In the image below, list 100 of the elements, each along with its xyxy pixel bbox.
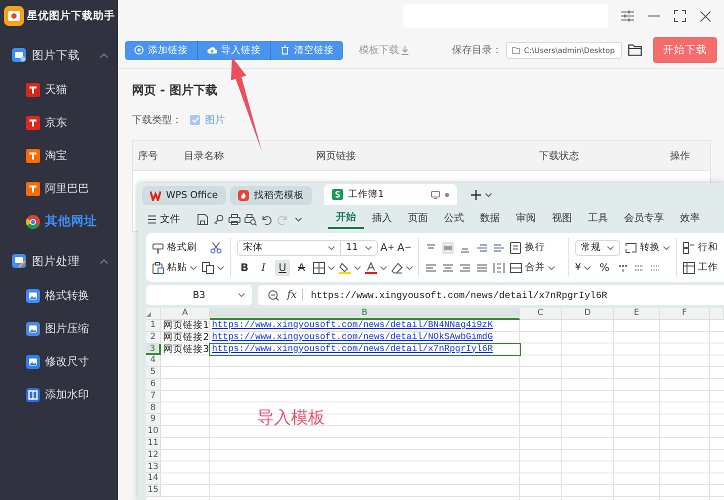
row-number[interactable]: 11 [146, 438, 161, 450]
name-box[interactable]: B3 [146, 285, 252, 305]
convert-button[interactable]: 转换 [625, 241, 670, 254]
column-header[interactable]: C [520, 308, 562, 320]
clear-format-button[interactable] [391, 262, 413, 274]
ribbon-tab[interactable]: 会员专享 [616, 209, 672, 229]
print-preview-icon[interactable] [244, 212, 257, 226]
formula-field[interactable]: fx https://www.xingyousoft.com/news/detail/x7nRpgrIyl6R [258, 285, 724, 305]
sidebar-item[interactable]: 图片压缩 [0, 312, 118, 345]
row-number[interactable]: 9 [146, 414, 161, 426]
sidebar-item[interactable]: 修改尺寸 [0, 345, 118, 378]
ribbon-tab[interactable]: 开始 [328, 209, 364, 229]
currency-button[interactable]: ¥ [575, 262, 592, 273]
folder-icon[interactable] [628, 44, 642, 56]
percent-button[interactable]: % [597, 260, 612, 276]
browser-icon [26, 214, 40, 228]
align-left-icon[interactable] [425, 262, 437, 274]
decrease-decimal-icon[interactable] [650, 262, 660, 272]
row-number[interactable]: 15 [146, 485, 161, 497]
row-number[interactable]: 3 [146, 344, 161, 356]
row-number[interactable]: 13 [146, 462, 161, 474]
row-number[interactable]: 2 [146, 332, 161, 344]
increase-decimal-icon[interactable] [634, 262, 644, 272]
maximize-icon[interactable] [674, 10, 686, 22]
sidebar-item[interactable]: 其他网址 [0, 205, 118, 238]
font-color-button[interactable] [365, 262, 387, 274]
paste-button[interactable]: 粘贴 [152, 261, 197, 274]
sidebar-item[interactable]: 淘宝 [0, 139, 118, 172]
font-size-field[interactable]: 11 [340, 240, 378, 256]
file-menu[interactable]: 文件 [148, 212, 180, 226]
close-icon[interactable] [700, 10, 711, 22]
text-style-button[interactable]: B [237, 260, 252, 276]
copy-icon [202, 262, 214, 274]
scissors-icon[interactable] [210, 242, 222, 254]
align-middle-icon[interactable] [442, 242, 454, 254]
text-style-button[interactable]: A [294, 260, 309, 276]
ribbon-tab[interactable]: 效率 [672, 209, 708, 229]
row-number[interactable]: 7 [146, 390, 161, 403]
ribbon-tab[interactable]: 数据 [472, 209, 508, 229]
ribbon-tab[interactable]: 审阅 [508, 209, 544, 229]
print-icon[interactable] [228, 212, 241, 226]
ribbon-tab[interactable]: 插入 [364, 209, 400, 229]
ribbon-tab[interactable]: 页面 [400, 209, 436, 229]
row-number[interactable]: 14 [146, 473, 161, 486]
column-header[interactable]: B [210, 308, 520, 320]
monitor-icon[interactable] [430, 190, 440, 198]
hyperlink-cell[interactable]: https://www.xingyousoft.com/news/detail/NOkSAwbGimdG [210, 332, 520, 344]
ribbon-tab[interactable]: 工具 [580, 209, 616, 229]
key-icon[interactable] [212, 212, 225, 226]
indent-decrease-icon[interactable] [476, 242, 488, 254]
align-center-icon[interactable] [442, 262, 454, 274]
ribbon-tab[interactable]: 视图 [544, 209, 580, 229]
row-number[interactable]: 6 [146, 378, 161, 391]
dot-icon [444, 192, 449, 196]
thousands-separator-icon[interactable] [618, 262, 628, 272]
fill-color-button[interactable] [339, 262, 361, 274]
column-header[interactable]: D [562, 308, 614, 320]
sidebar-item[interactable]: 添加水印 [0, 378, 118, 411]
settings-icon[interactable] [621, 10, 634, 22]
copy-button[interactable] [202, 262, 224, 274]
row-number[interactable]: 1 [146, 320, 161, 332]
document-tab[interactable]: WPS Office [142, 186, 226, 205]
save-icon[interactable] [196, 212, 209, 226]
row-number[interactable]: 4 [146, 355, 161, 368]
row-number[interactable]: 10 [146, 426, 161, 438]
plus-icon[interactable] [470, 190, 481, 200]
text-style-button[interactable]: I [256, 260, 271, 276]
column-header[interactable]: A [161, 308, 210, 320]
document-tab[interactable]: 找稻壳模板 [230, 186, 312, 205]
rows-columns-button[interactable]: 行和 [683, 241, 718, 254]
select-all-icon[interactable] [146, 312, 151, 317]
format-painter-button[interactable]: 格式刷 [152, 241, 197, 254]
column-header[interactable]: F [660, 308, 710, 320]
checkbox[interactable] [190, 115, 200, 125]
text-style-button[interactable]: U [275, 260, 290, 276]
sidebar-item[interactable]: 格式转换 [0, 279, 118, 312]
document-tab[interactable]: 工作簿1 [324, 184, 457, 205]
hyperlink-cell[interactable]: https://www.xingyousoft.com/news/detail/BN4NNag4i9zK [210, 320, 520, 332]
indent-increase-icon[interactable] [493, 242, 505, 254]
minimize-icon[interactable] [648, 15, 660, 17]
sidebar-item[interactable]: 京东 [0, 106, 118, 139]
row-number[interactable]: 5 [146, 367, 161, 379]
number-format-field[interactable]: 常规 [575, 240, 620, 256]
row-number[interactable]: 12 [146, 450, 161, 462]
hyperlink-cell[interactable]: https://www.xingyousoft.com/news/detail/x7nRpgrIyl6R [210, 344, 520, 356]
sidebar-group-header[interactable]: 图片处理 [0, 251, 118, 271]
column-header[interactable]: E [614, 308, 660, 320]
merge-cells-button[interactable]: 合并 [510, 261, 555, 274]
distribute-icon[interactable] [493, 262, 505, 274]
worksheet-button[interactable]: 工作 [683, 261, 718, 274]
borders-button[interactable] [313, 262, 335, 274]
justify-icon[interactable] [476, 262, 488, 274]
row-number[interactable]: 8 [146, 402, 161, 414]
wrap-text-button[interactable]: 换行 [510, 241, 545, 254]
align-right-icon[interactable] [459, 262, 471, 274]
ribbon-tab[interactable]: 公式 [436, 209, 472, 229]
sidebar-group-header[interactable]: 图片下载 [0, 45, 118, 65]
sidebar-item[interactable]: 阿里巴巴 [0, 172, 118, 205]
font-field[interactable]: 宋体 [237, 240, 341, 256]
sidebar-item[interactable]: 天猫 [0, 73, 118, 106]
